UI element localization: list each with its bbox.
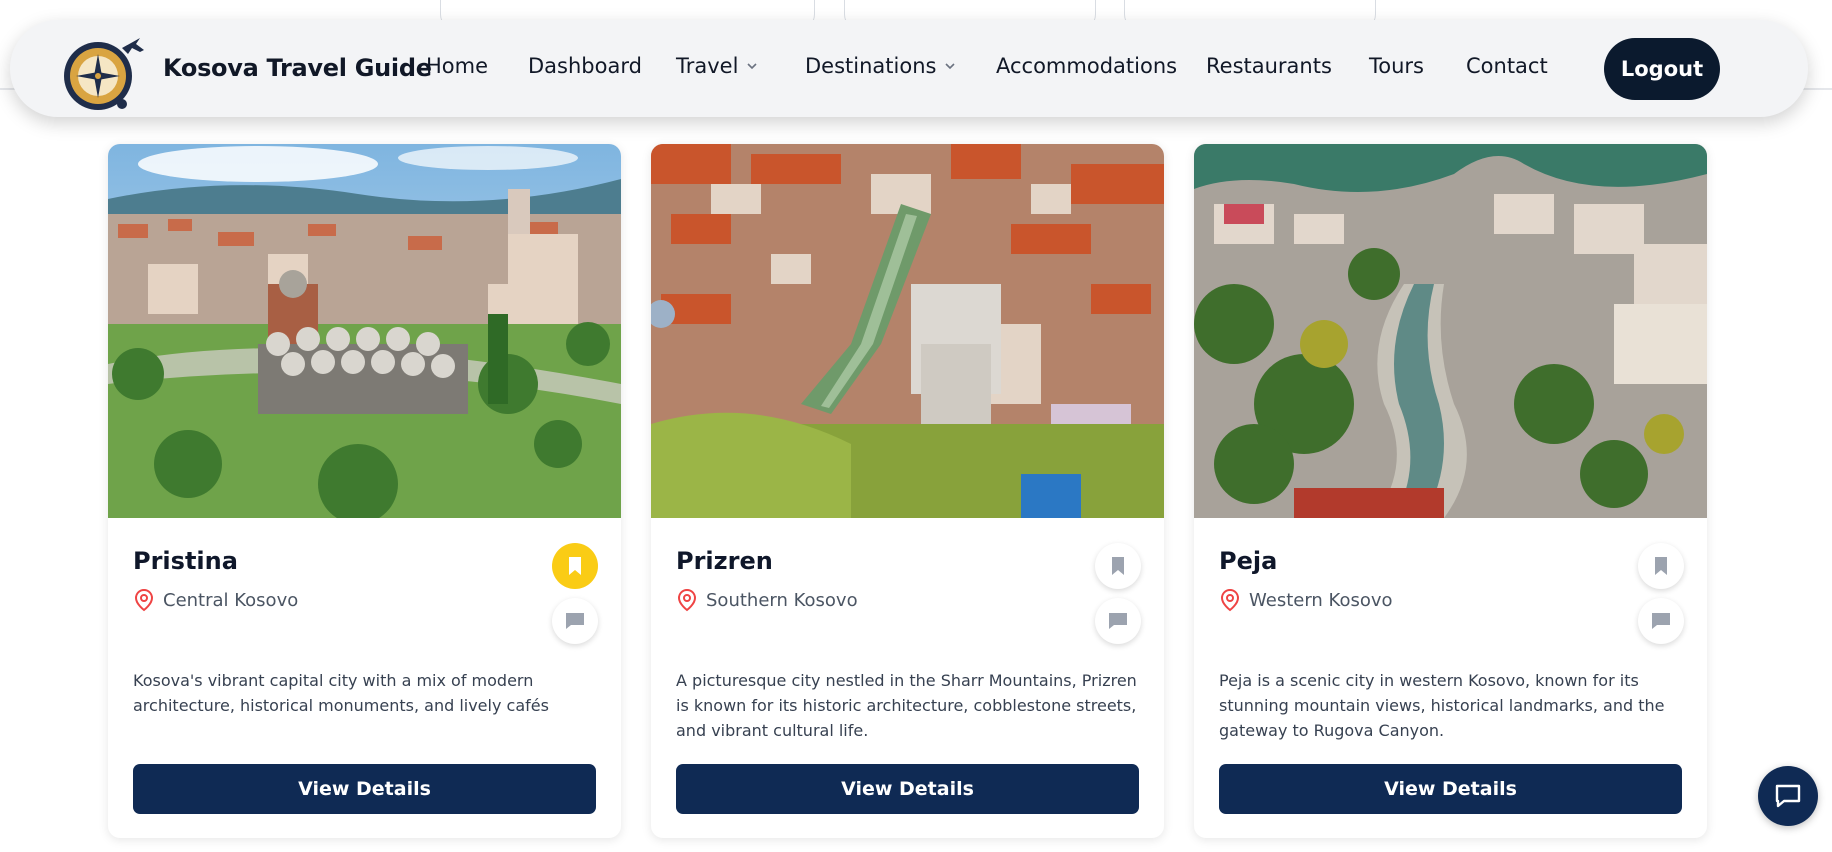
location-label: Western Kosovo — [1249, 589, 1393, 611]
nav-item-restaurants[interactable]: Restaurants — [1206, 54, 1332, 78]
destination-image[interactable] — [1194, 144, 1707, 518]
destination-card: Prizren Southern Kosovo A picturesque ci… — [651, 144, 1164, 838]
bookmark-icon — [1112, 557, 1124, 575]
nav-label: Restaurants — [1206, 54, 1332, 78]
nav-item-home[interactable]: Home — [426, 54, 488, 78]
nav-label: Tours — [1369, 54, 1424, 78]
chevron-down-icon — [945, 63, 956, 70]
bookmark-button[interactable] — [1638, 543, 1684, 589]
card-location: Southern Kosovo — [676, 588, 858, 612]
bookmark-button[interactable] — [552, 543, 598, 589]
destination-image[interactable] — [651, 144, 1164, 518]
nav-item-tours[interactable]: Tours — [1369, 54, 1424, 78]
location-label: Central Kosovo — [163, 589, 299, 611]
nav-label: Destinations — [805, 54, 937, 78]
map-pin-icon — [134, 588, 154, 612]
card-description: Kosova's vibrant capital city with a mix… — [133, 671, 549, 715]
card-title: Prizren — [676, 547, 773, 575]
nav-item-contact[interactable]: Contact — [1466, 54, 1548, 78]
nav-label: Home — [426, 54, 489, 78]
nav-label: Dashboard — [528, 54, 642, 78]
nav-label: Travel — [676, 54, 739, 78]
card-description: A picturesque city nestled in the Sharr … — [676, 671, 1137, 740]
nav-item-destinations[interactable]: Destinations — [805, 54, 956, 78]
comment-icon — [566, 613, 584, 629]
nav-label: Contact — [1466, 54, 1548, 78]
nav-links: Home Dashboard Travel Destinations Accom… — [10, 20, 1808, 117]
navbar: Kosova Travel Guide Home Dashboard Trave… — [10, 20, 1808, 117]
view-details-button[interactable]: View Details — [133, 764, 596, 814]
view-details-button[interactable]: View Details — [676, 764, 1139, 814]
card-location: Western Kosovo — [1219, 588, 1393, 612]
nav-item-accommodations[interactable]: Accommodations — [996, 54, 1177, 78]
card-title: Pristina — [133, 547, 238, 575]
chat-button[interactable] — [1758, 766, 1818, 826]
nav-item-travel[interactable]: Travel — [676, 54, 758, 78]
map-pin-icon — [1220, 588, 1240, 612]
chat-icon — [1775, 784, 1801, 808]
logout-button[interactable]: Logout — [1604, 38, 1720, 100]
map-pin-icon — [677, 588, 697, 612]
chevron-down-icon — [747, 63, 758, 70]
comment-button[interactable] — [1095, 598, 1141, 644]
card-description: Peja is a scenic city in western Kosovo,… — [1219, 671, 1665, 740]
destination-card: Pristina Central Kosovo Kosova's vibrant… — [108, 144, 621, 838]
destination-card: Peja Western Kosovo Peja is a scenic cit… — [1194, 144, 1707, 838]
view-details-button[interactable]: View Details — [1219, 764, 1682, 814]
nav-label: Accommodations — [996, 54, 1178, 78]
bookmark-icon — [1655, 557, 1667, 575]
location-label: Southern Kosovo — [706, 589, 858, 611]
nav-item-dashboard[interactable]: Dashboard — [528, 54, 642, 78]
bookmark-icon — [569, 557, 581, 575]
comment-button[interactable] — [552, 598, 598, 644]
destination-image[interactable] — [108, 144, 621, 518]
comment-icon — [1109, 613, 1127, 629]
card-title: Peja — [1219, 547, 1278, 575]
bookmark-button[interactable] — [1095, 543, 1141, 589]
card-location: Central Kosovo — [133, 588, 298, 612]
comment-icon — [1652, 613, 1670, 629]
comment-button[interactable] — [1638, 598, 1684, 644]
